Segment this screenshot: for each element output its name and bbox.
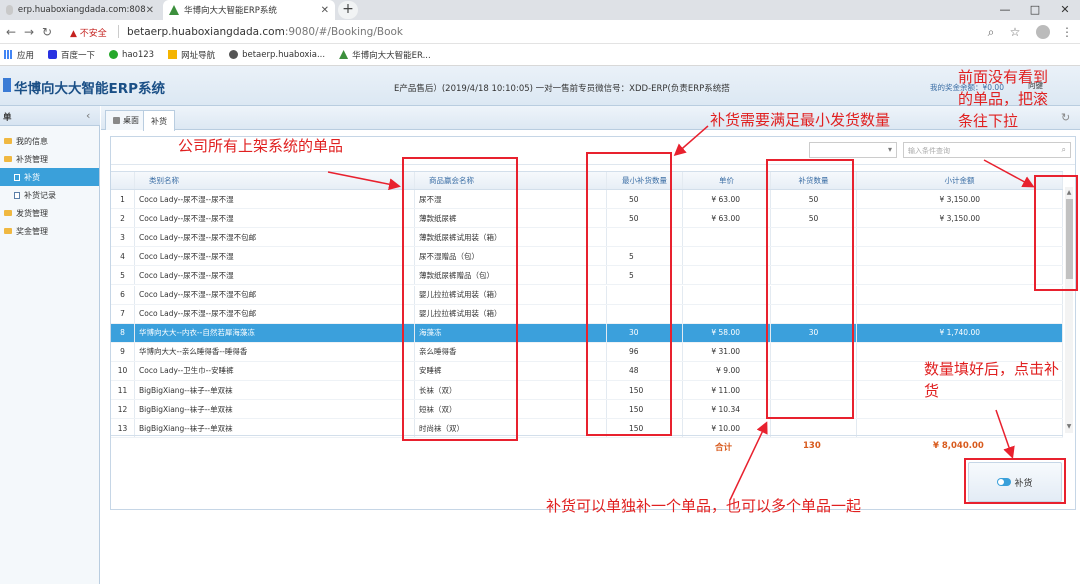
arrow-to-min-qty <box>673 125 709 156</box>
annotation-arrows <box>327 125 1035 501</box>
arrow-to-scrollbar <box>983 159 1035 188</box>
arrow-to-button <box>995 409 1015 459</box>
arrow-to-names <box>327 171 401 191</box>
arrow-to-qty <box>729 421 768 501</box>
